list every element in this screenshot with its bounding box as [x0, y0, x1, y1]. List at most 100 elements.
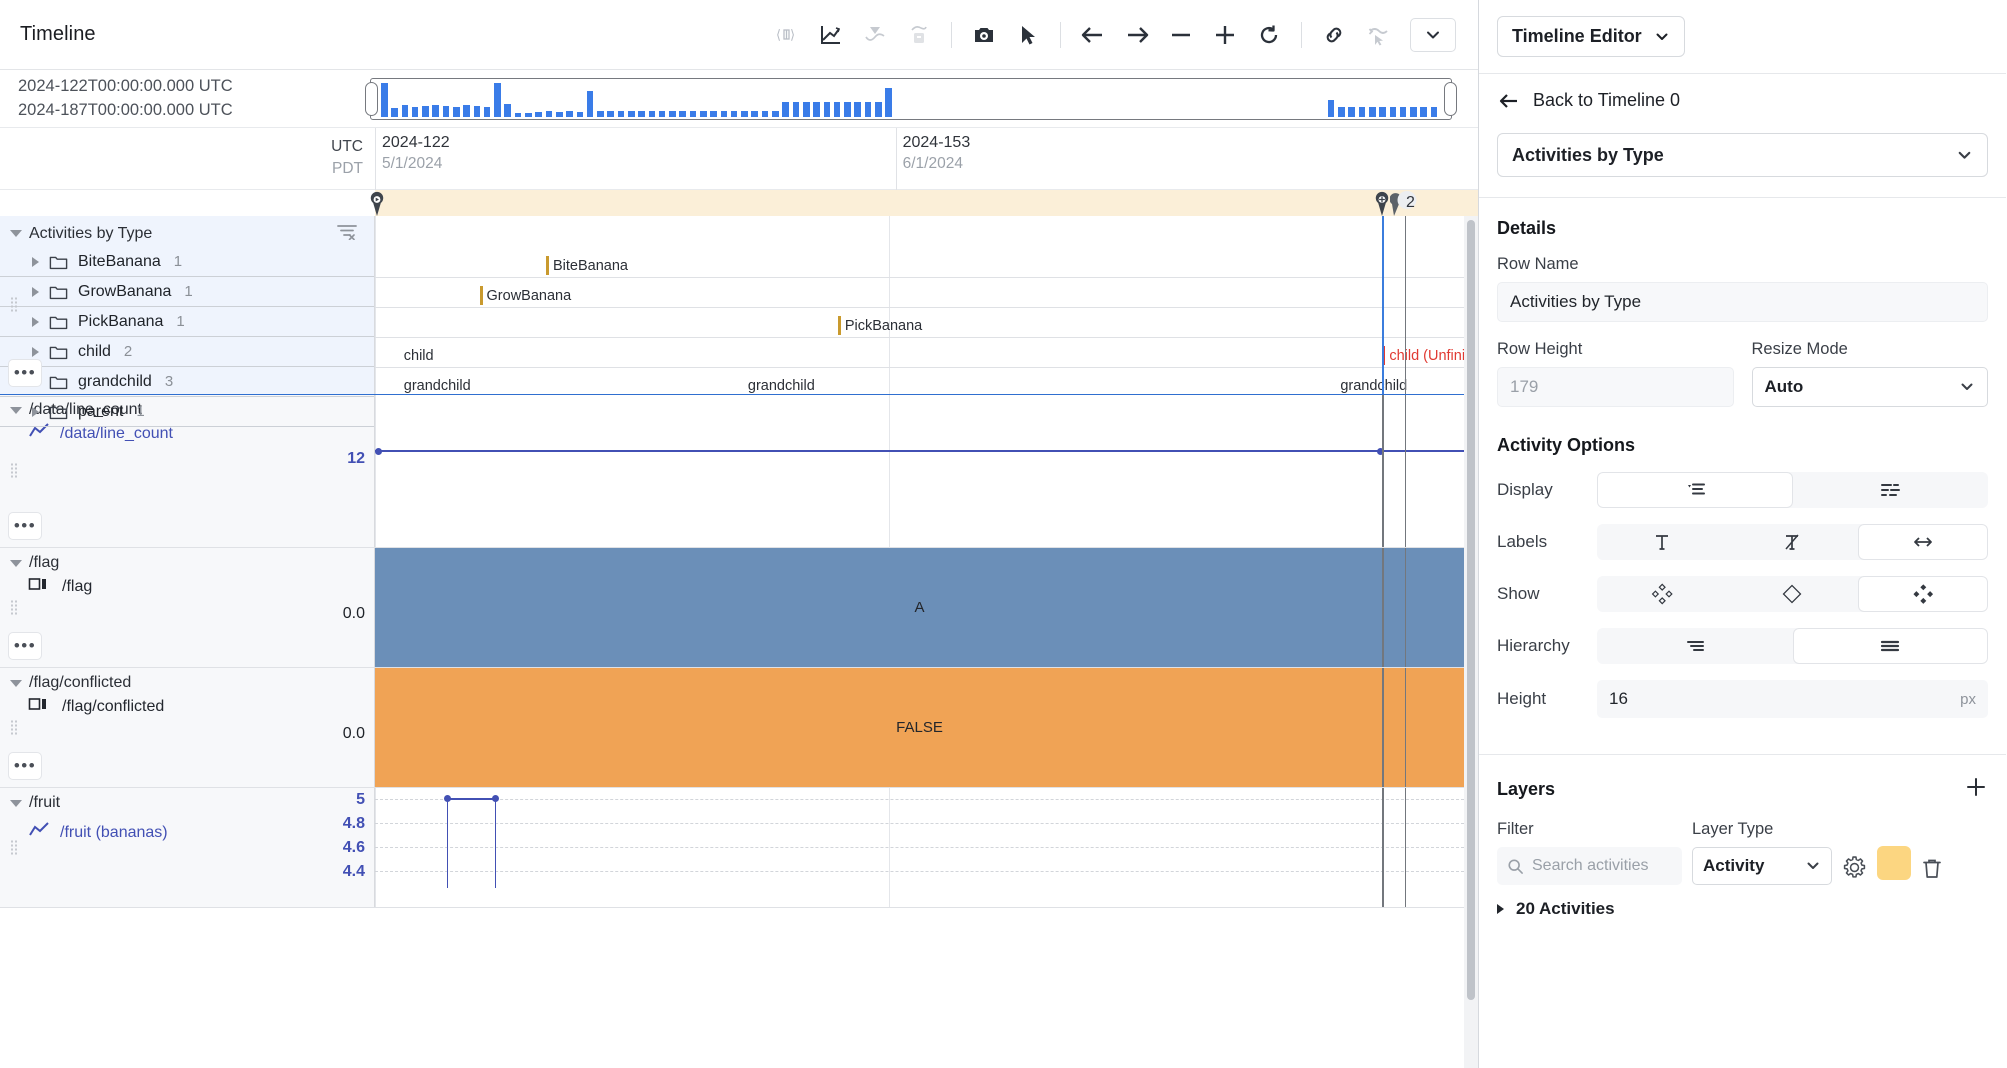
cursor-arrow-icon[interactable] [1006, 15, 1050, 55]
clear-filter-icon[interactable] [336, 222, 358, 245]
navigator-histogram-bar [772, 111, 779, 116]
arrow-right-icon[interactable] [1115, 15, 1159, 55]
label-text-icon[interactable] [1597, 524, 1727, 560]
timeline-row[interactable]: /flag/flag0.0•••A [0, 548, 1464, 668]
row-drag-handle[interactable] [10, 719, 18, 736]
cursor-pin-end[interactable] [1372, 191, 1392, 217]
layer-type-select[interactable]: Activity [1692, 847, 1832, 885]
row-menu-button[interactable]: ••• [8, 752, 42, 780]
row-name-input[interactable]: Activities by Type [1497, 282, 1988, 322]
chevron-down-icon[interactable] [10, 230, 22, 237]
timeline-row-header[interactable]: /fruit/fruit (bananas)54.84.64.4 [0, 788, 375, 907]
back-to-timeline-link[interactable]: Back to Timeline 0 [1479, 74, 2006, 127]
row-header-title-bar[interactable]: /flag/conflicted [0, 668, 374, 694]
row-select[interactable]: Activities by Type [1497, 133, 1988, 177]
tree-item[interactable]: parent1 [0, 397, 374, 427]
activities-toggle[interactable]: 20 Activities [1497, 899, 1988, 919]
show-diamond-icon[interactable] [1727, 576, 1857, 612]
arrow-left-icon[interactable] [1071, 15, 1115, 55]
timeline-row-header[interactable]: /flag/conflicted/flag/conflicted0.0••• [0, 668, 375, 787]
display-grouped-icon[interactable] [1597, 472, 1793, 508]
resize-mode-select[interactable]: Auto [1752, 367, 1989, 407]
row-drag-handle[interactable] [10, 599, 18, 616]
navigator-handle-left[interactable] [365, 82, 378, 116]
tree-item[interactable]: grandchild3 [0, 367, 374, 397]
activity-bar[interactable]: grandchild [397, 376, 491, 394]
row-sub-label[interactable]: /flag/conflicted [0, 694, 374, 717]
row-menu-button[interactable]: ••• [8, 359, 42, 387]
row-header-title-bar[interactable]: /flag [0, 548, 374, 574]
cursor-strip-track[interactable]: 2 [375, 190, 1478, 216]
timeline-row-track[interactable] [375, 788, 1464, 907]
row-drag-handle[interactable] [10, 463, 18, 480]
tree-item[interactable]: BiteBanana1 [0, 247, 374, 277]
plus-icon[interactable] [1203, 15, 1247, 55]
label-fit-icon[interactable] [1858, 524, 1988, 560]
tree-item[interactable]: PickBanana1 [0, 307, 374, 337]
timeline-row-header[interactable]: Activities by TypeBiteBanana1GrowBanana1… [0, 216, 375, 394]
chevron-right-icon[interactable] [32, 257, 39, 267]
editor-mode-button[interactable]: Timeline Editor [1497, 16, 1685, 57]
timeline-row[interactable]: Activities by TypeBiteBanana1GrowBanana1… [0, 216, 1464, 395]
hierarchy-flat-icon[interactable] [1793, 628, 1989, 664]
activity-bar[interactable]: GrowBanana [480, 286, 572, 305]
row-sub-label[interactable]: /flag [0, 574, 374, 597]
row-menu-button[interactable]: ••• [8, 512, 42, 540]
timeline-row[interactable]: /flag/conflicted/flag/conflicted0.0•••FA… [0, 668, 1464, 788]
layer-filter-input[interactable]: Search activities [1497, 847, 1682, 885]
navigator-handle-right[interactable] [1444, 82, 1457, 116]
activity-bar[interactable]: child [397, 346, 850, 365]
timeline-row-track[interactable]: FALSE [375, 668, 1464, 787]
cursor-pin-start[interactable] [367, 191, 387, 217]
activity-bar[interactable]: grandchild [1333, 376, 1436, 394]
show-outline-icon[interactable] [1597, 576, 1727, 612]
more-options-button[interactable] [1410, 18, 1456, 52]
row-header-title-bar[interactable]: /fruit [0, 788, 374, 814]
activity-bar[interactable]: child (Unfinished) [1382, 346, 1464, 365]
timeline-row-track[interactable] [375, 395, 1464, 547]
activity-bar[interactable]: PickBanana [838, 316, 922, 335]
discrete-block[interactable]: A [375, 548, 1464, 667]
hierarchy-nested-icon[interactable] [1597, 628, 1793, 664]
chevron-right-icon[interactable] [32, 287, 39, 297]
show-filled-icon[interactable] [1858, 576, 1988, 612]
row-height-input[interactable]: 179 [1497, 367, 1734, 407]
activity-bar[interactable]: BiteBanana [546, 256, 628, 275]
timeline-scrollbar[interactable] [1464, 216, 1478, 1068]
collapse-expand-icon[interactable]: ⟨⟩ [765, 15, 809, 55]
navigator-histogram-bar [587, 91, 594, 116]
chevron-right-icon[interactable] [32, 347, 39, 357]
row-sub-label[interactable]: /fruit (bananas) [0, 814, 374, 843]
timeline-row-track[interactable]: A [375, 548, 1464, 667]
label-hidden-icon[interactable] [1727, 524, 1857, 560]
timeline-row[interactable]: /fruit/fruit (bananas)54.84.64.4 [0, 788, 1464, 908]
timeline-row-header[interactable]: /flag/flag0.0••• [0, 548, 375, 667]
chevron-down-icon[interactable] [10, 680, 22, 687]
row-drag-handle[interactable] [10, 297, 18, 314]
display-compact-icon[interactable] [1793, 472, 1989, 508]
add-layer-button[interactable] [1964, 775, 1988, 804]
camera-icon[interactable] [962, 15, 1006, 55]
scrollbar-thumb[interactable] [1467, 220, 1475, 1000]
discrete-block[interactable]: FALSE [375, 668, 1464, 787]
layer-settings-button[interactable] [1842, 855, 1867, 880]
row-drag-handle[interactable] [10, 839, 18, 856]
reset-icon[interactable] [1247, 15, 1291, 55]
link-icon[interactable] [1312, 15, 1356, 55]
chevron-down-icon[interactable] [10, 560, 22, 567]
line-chart-icon[interactable] [809, 15, 853, 55]
minus-icon[interactable] [1159, 15, 1203, 55]
chevron-right-icon[interactable] [32, 317, 39, 327]
tree-item[interactable]: GrowBanana1 [0, 277, 374, 307]
tree-item[interactable]: child2 [0, 337, 374, 367]
navigator-track[interactable] [370, 78, 1452, 120]
row-header-title-bar[interactable]: Activities by Type [0, 216, 374, 247]
layer-color-swatch[interactable] [1877, 846, 1911, 880]
chevron-down-icon[interactable] [10, 800, 22, 807]
chevron-right-icon[interactable] [32, 407, 39, 417]
delete-layer-button[interactable] [1921, 857, 1943, 880]
row-menu-button[interactable]: ••• [8, 632, 42, 660]
activity-bar[interactable]: grandchild [741, 376, 835, 394]
activity-height-input[interactable]: 16 px [1597, 680, 1988, 718]
timeline-row-track[interactable]: BiteBanana GrowBanana PickBanana child child… [375, 216, 1464, 394]
